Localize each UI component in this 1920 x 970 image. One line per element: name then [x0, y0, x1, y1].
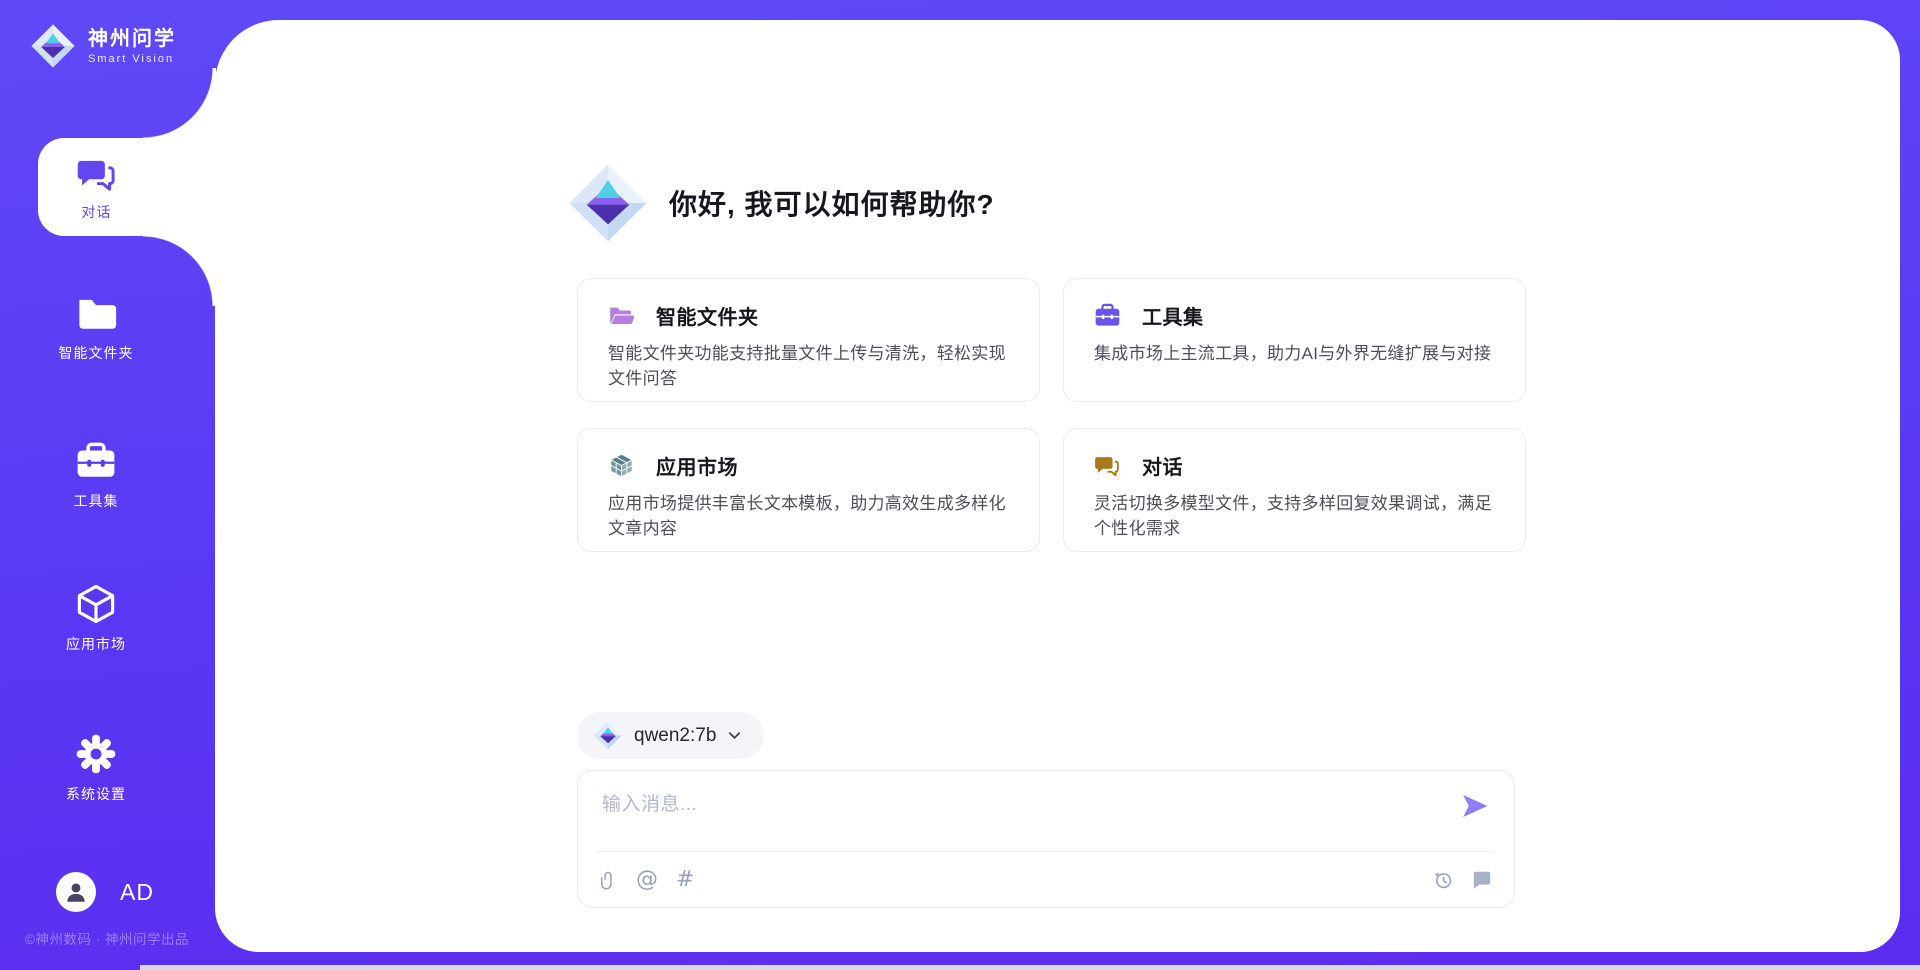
gem-diamond-icon [593, 720, 623, 751]
card-header: 应用市场 [608, 451, 1011, 480]
send-plane-icon [1460, 791, 1490, 821]
chat-bubbles-icon [76, 153, 118, 195]
card-chat[interactable]: 对话 灵活切换多模型文件，支持多样回复效果调试，满足个性化需求 [1063, 428, 1526, 552]
main-panel: 你好, 我可以如何帮助你? 智能文件夹 智能文件夹功能支持批量文件上传与清洗，轻… [215, 20, 1900, 952]
greeting-title: 你好, 我可以如何帮助你? [669, 183, 995, 223]
card-description: 灵活切换多模型文件，支持多样回复效果调试，满足个性化需求 [1094, 491, 1497, 541]
card-header: 对话 [1094, 451, 1497, 480]
chat-bubble-filled-icon [1470, 869, 1494, 891]
card-description: 集成市场上主流工具，助力AI与外界无缝扩展与对接 [1094, 341, 1497, 366]
sidebar: 神州问学 Smart Vision 对话 智能文件夹 工具集 [0, 0, 215, 970]
sidebar-item-chat[interactable]: 对话 [38, 138, 216, 236]
card-title: 智能文件夹 [656, 301, 759, 330]
cube-icon [75, 583, 117, 625]
gem-diamond-icon [30, 22, 76, 70]
chevron-down-icon [727, 728, 742, 743]
briefcase-icon [1094, 302, 1121, 329]
card-toolset[interactable]: 工具集 集成市场上主流工具，助力AI与外界无缝扩展与对接 [1063, 278, 1526, 402]
card-description: 智能文件夹功能支持批量文件上传与清洗，轻松实现文件问答 [608, 341, 1011, 391]
send-button[interactable] [1460, 791, 1490, 821]
user-icon [63, 879, 89, 905]
user-name: AD [120, 879, 154, 906]
sidebar-item-toolset[interactable]: 工具集 [0, 440, 192, 511]
avatar [56, 872, 96, 912]
history-icon [1432, 869, 1454, 891]
brand-logo: 神州问学 Smart Vision [30, 22, 176, 70]
user-account[interactable]: AD [56, 872, 154, 912]
composer-toolbar-right [1432, 869, 1494, 891]
active-tab-top-curve [143, 68, 216, 138]
sidebar-item-smart-folder[interactable]: 智能文件夹 [0, 292, 192, 363]
card-title: 应用市场 [656, 451, 738, 480]
sidebar-item-app-market[interactable]: 应用市场 [0, 583, 192, 654]
sidebar-item-label: 智能文件夹 [59, 343, 134, 363]
card-description: 应用市场提供丰富长文本模板，助力高效生成多样化文章内容 [608, 491, 1011, 541]
folder-open-icon [608, 302, 635, 329]
greeting: 你好, 我可以如何帮助你? [567, 160, 995, 246]
feature-cards: 智能文件夹 智能文件夹功能支持批量文件上传与清洗，轻松实现文件问答 工具集 集成… [577, 278, 1526, 552]
brand-name: 神州问学 [88, 27, 176, 51]
sidebar-item-label: 对话 [82, 202, 112, 222]
copyright-footer: ©神州数码 · 神州问学出品 [25, 928, 189, 948]
chat-bubbles-icon [1094, 452, 1121, 479]
hash-icon: # [676, 869, 694, 891]
folder-icon [75, 292, 117, 334]
attach-file-button[interactable] [598, 869, 618, 891]
sidebar-item-label: 应用市场 [66, 634, 126, 654]
topic-button[interactable]: # [676, 869, 694, 891]
sidebar-item-label: 系统设置 [66, 784, 126, 804]
card-header: 工具集 [1094, 301, 1497, 330]
window-bottom-edge [140, 965, 1920, 970]
mention-button[interactable]: @ [636, 869, 658, 891]
brand-text: 神州问学 Smart Vision [88, 27, 176, 65]
card-smart-folder[interactable]: 智能文件夹 智能文件夹功能支持批量文件上传与清洗，轻松实现文件问答 [577, 278, 1040, 402]
cube-icon [608, 452, 635, 479]
sidebar-item-label: 工具集 [74, 491, 119, 511]
gem-diamond-icon [567, 160, 649, 246]
message-composer: @ # [577, 770, 1515, 908]
card-header: 智能文件夹 [608, 301, 1011, 330]
card-title: 对话 [1142, 451, 1183, 480]
brand-subtitle: Smart Vision [88, 53, 176, 65]
model-selector[interactable]: qwen2:7b [577, 712, 764, 759]
card-title: 工具集 [1142, 301, 1204, 330]
history-button[interactable] [1432, 869, 1454, 891]
model-name: qwen2:7b [634, 725, 716, 747]
paperclip-icon [598, 869, 618, 891]
sidebar-item-settings[interactable]: 系统设置 [0, 733, 192, 804]
conversation-button[interactable] [1470, 869, 1494, 891]
app-window: 神州问学 Smart Vision 对话 智能文件夹 工具集 [0, 0, 1920, 970]
gear-icon [75, 733, 117, 775]
message-input[interactable] [602, 789, 1442, 841]
briefcase-icon [75, 440, 117, 482]
at-sign-icon: @ [636, 869, 658, 891]
card-app-market[interactable]: 应用市场 应用市场提供丰富长文本模板，助力高效生成多样化文章内容 [577, 428, 1040, 552]
composer-toolbar: @ # [598, 852, 1494, 908]
